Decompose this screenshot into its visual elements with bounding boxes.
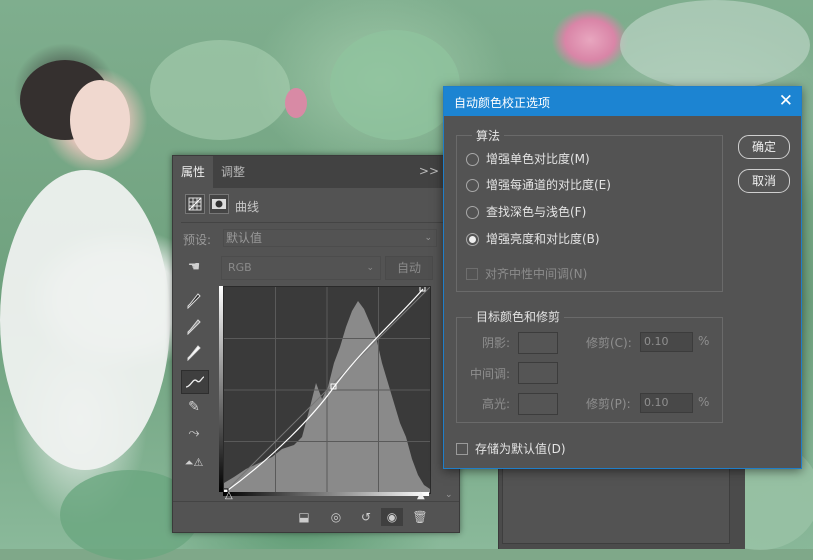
cancel-button[interactable]: 取消 bbox=[738, 169, 790, 193]
tab-adjustments[interactable]: 调整 bbox=[221, 156, 245, 188]
clip-shadows-input[interactable]: 0.10 bbox=[640, 332, 693, 352]
radio-circle bbox=[466, 206, 479, 219]
preset-value: 默认值 bbox=[226, 231, 263, 245]
layer-mask-icon[interactable] bbox=[209, 194, 229, 214]
gray-eyedropper-icon[interactable] bbox=[181, 316, 207, 338]
shadows-color-swatch[interactable] bbox=[518, 332, 558, 354]
auto-button[interactable]: 自动 bbox=[385, 256, 433, 280]
scroll-down-icon[interactable]: ⌄ bbox=[445, 490, 453, 500]
radio-label: 增强单色对比度(M) bbox=[486, 152, 590, 166]
woman-face bbox=[70, 80, 130, 160]
lotus-leaf bbox=[330, 30, 460, 140]
curves-graph-svg bbox=[224, 287, 430, 493]
algorithms-legend: 算法 bbox=[472, 127, 505, 144]
checkbox-label: 存储为默认值(D) bbox=[475, 442, 566, 456]
radio-label: 增强亮度和对比度(B) bbox=[486, 232, 600, 246]
dialog-title: 自动颜色校正选项 bbox=[454, 96, 551, 110]
properties-panel: 属性 调整 >> 曲线 预设: 默认值 ⌄ ☚ RGB ⌄ 自动 ✎ ⤳ ⏶⚠ bbox=[172, 155, 460, 533]
percent-label: % bbox=[698, 334, 710, 348]
tab-properties[interactable]: 属性 bbox=[173, 156, 213, 188]
clipping-warning-icon[interactable]: ⏶⚠ bbox=[181, 452, 207, 474]
radio-circle bbox=[466, 153, 479, 166]
background-panel bbox=[498, 460, 745, 549]
midtones-color-swatch[interactable] bbox=[518, 362, 558, 384]
dialog-title-bar[interactable]: 自动颜色校正选项 ✕ bbox=[444, 87, 801, 116]
channel-value: RGB bbox=[228, 261, 252, 274]
checkbox-label: 对齐中性中间调(N) bbox=[485, 267, 588, 281]
black-eyedropper-icon[interactable] bbox=[181, 290, 207, 312]
chevron-down-icon: ⌄ bbox=[366, 263, 374, 273]
radio-circle-selected bbox=[466, 233, 479, 246]
lotus-bud bbox=[285, 88, 307, 118]
curve-points-icon[interactable] bbox=[181, 370, 209, 394]
divider bbox=[181, 222, 451, 223]
view-previous-icon[interactable]: ◎ bbox=[325, 508, 347, 526]
pencil-icon[interactable]: ✎ bbox=[181, 396, 207, 418]
reset-icon[interactable]: ↺ bbox=[355, 508, 377, 526]
panel-tab-bar: 属性 调整 >> bbox=[173, 156, 459, 188]
targeted-adjustment-icon[interactable]: ☚ bbox=[181, 256, 207, 278]
radio-label: 查找深色与浅色(F) bbox=[486, 205, 587, 219]
channel-dropdown[interactable]: RGB ⌄ bbox=[221, 256, 381, 280]
close-icon[interactable]: ✕ bbox=[779, 90, 793, 112]
clip-shadows-label: 修剪(C): bbox=[586, 336, 632, 350]
trash-icon[interactable]: 🗑 bbox=[409, 508, 431, 526]
highlights-label: 高光: bbox=[482, 397, 511, 411]
radio-circle bbox=[466, 179, 479, 192]
adjustment-layer-icon[interactable] bbox=[185, 194, 205, 214]
highlights-color-swatch[interactable] bbox=[518, 393, 558, 415]
panel-collapse-icon[interactable]: >> bbox=[419, 164, 439, 178]
input-gradient bbox=[223, 492, 429, 496]
shadows-label: 阴影: bbox=[482, 336, 511, 350]
lotus-leaf bbox=[150, 40, 290, 140]
ok-button[interactable]: 确定 bbox=[738, 135, 790, 159]
target-colors-legend: 目标颜色和修剪 bbox=[472, 308, 565, 325]
radio-label: 增强每通道的对比度(E) bbox=[486, 178, 611, 192]
chevron-down-icon: ⌄ bbox=[424, 233, 432, 243]
curves-graph[interactable] bbox=[223, 286, 431, 494]
midtones-label: 中间调: bbox=[470, 367, 511, 381]
black-point-slider[interactable]: △ bbox=[225, 490, 233, 501]
preset-dropdown[interactable]: 默认值 ⌄ bbox=[223, 229, 437, 247]
percent-label: % bbox=[698, 395, 710, 409]
woman-robe bbox=[0, 170, 170, 470]
preset-label: 预设: bbox=[183, 233, 212, 247]
checkbox-box bbox=[456, 443, 468, 455]
auto-color-correction-dialog: 自动颜色校正选项 ✕ 算法 增强单色对比度(M) 增强每通道的对比度(E) 查找… bbox=[443, 86, 802, 469]
background-panel-area bbox=[502, 466, 730, 544]
visibility-eye-icon[interactable]: ◉ bbox=[381, 508, 403, 526]
clip-highlights-input[interactable]: 0.10 bbox=[640, 393, 693, 413]
adjustment-name: 曲线 bbox=[235, 200, 260, 214]
checkbox-box bbox=[466, 268, 478, 280]
panel-bottom-toolbar: ⬓ ◎ ↺ ◉ 🗑 bbox=[173, 501, 459, 532]
smooth-curve-icon[interactable]: ⤳ bbox=[181, 422, 207, 444]
white-eyedropper-icon[interactable] bbox=[181, 342, 207, 364]
white-point-slider[interactable]: ▲ bbox=[417, 490, 425, 501]
clip-highlights-label: 修剪(P): bbox=[586, 397, 631, 411]
clip-to-layer-icon[interactable]: ⬓ bbox=[293, 508, 315, 526]
lotus-leaf bbox=[620, 0, 810, 90]
